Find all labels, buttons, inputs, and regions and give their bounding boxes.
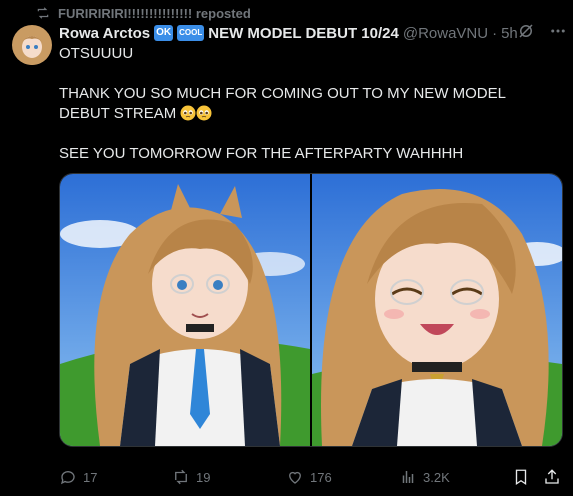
tweet-line-3: SEE YOU TOMORROW FOR THE AFTERPARTY WAHH… [59,145,464,162]
reply-button[interactable]: 17 [59,468,97,486]
more-options-icon[interactable] [549,22,567,40]
media-image-2[interactable] [312,174,562,446]
repost-icon [37,7,49,19]
bookmark-button[interactable] [512,468,530,486]
view-count: 3.2K [423,469,450,485]
tweet-actions: 17 19 176 3.2K [59,467,559,487]
repost-label: FURIRIRIRI!!!!!!!!!!!!!!! reposted [58,5,251,21]
tweet-header: Rowa Arctos OK COOL NEW MODEL DEBUT 10/2… [59,23,563,43]
views-button[interactable]: 3.2K [399,468,450,486]
grok-icon[interactable] [517,22,535,40]
header-actions [517,22,567,40]
like-button[interactable]: 176 [286,468,332,486]
cool-emoji-icon: COOL [177,25,205,41]
share-button[interactable] [543,468,561,486]
repost-icon [175,469,187,485]
media-image-1[interactable] [60,174,310,446]
share-icon [545,469,559,484]
tweet-text: OTSUUUU THANK YOU SO MUCH FOR COMING OUT… [59,44,559,164]
author-title[interactable]: NEW MODEL DEBUT 10/24 [208,25,399,42]
like-count: 176 [310,469,332,485]
analytics-icon [402,471,414,483]
tweet-line-2: THANK YOU SO MUCH FOR COMING OUT TO MY N… [59,85,506,122]
timestamp[interactable]: 5h [501,25,518,42]
reply-icon [60,471,75,485]
heart-icon [289,471,301,484]
tweet-line-1: OTSUUUU [59,45,134,62]
author-handle[interactable]: @RowaVNU [403,25,488,42]
repost-indicator[interactable]: FURIRIRIRI!!!!!!!!!!!!!!! reposted [36,4,251,22]
separator-dot: · [492,24,498,42]
ok-emoji-icon: OK [154,25,174,41]
author-name[interactable]: Rowa Arctos [59,25,150,42]
repost-button[interactable]: 19 [172,468,210,486]
avatar[interactable] [12,25,52,65]
media-gallery [59,173,563,447]
bookmark-icon [515,469,527,486]
pleading-face-emoji-icon [196,105,212,121]
pleading-face-emoji-icon [180,105,196,121]
repost-count: 19 [196,469,211,485]
reply-count: 17 [83,469,98,485]
